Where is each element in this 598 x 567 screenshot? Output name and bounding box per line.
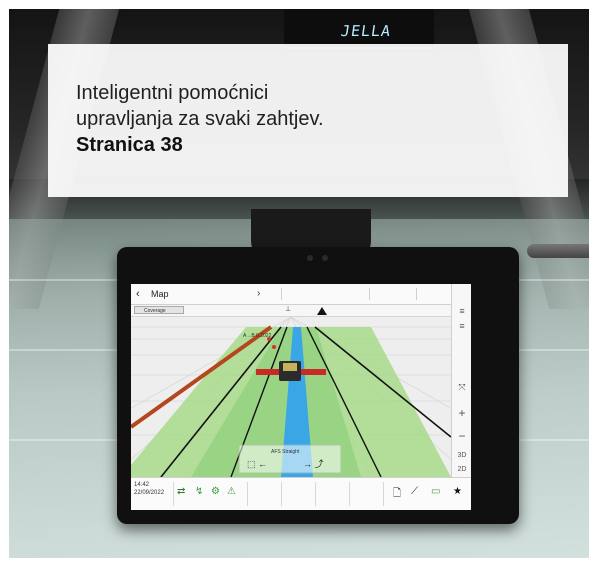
fullscreen-icon[interactable]: ⤧ [454,382,470,393]
shift-right-icon[interactable]: → ⤴ [303,458,324,469]
toolbar-divider [416,288,417,300]
camera-dot [322,255,328,261]
toolbar-divider [315,482,316,506]
caption-line-2: upravljanja za svaki zahtjev. [76,108,324,130]
toolbar-divider [281,288,282,300]
date-value: 22/09/2022 [134,490,165,496]
radio-unit: JELLA [284,9,434,49]
time-value: 14:42 [134,482,150,488]
terminal-screen: ‹ Map › Coverage ⊥ A→B 0.2022 AFS Straig… [131,284,471,510]
shift-left-icon[interactable]: ⬚ ← [247,459,267,469]
position-marker: ⊥ [285,306,292,313]
coverage-toggle[interactable]: Coverage [134,306,184,314]
tractor-cab-icon [283,363,297,371]
menu-icon[interactable]: ≡ [454,306,470,316]
warning-icon[interactable]: ⚠ [227,486,236,497]
settings-icon[interactable]: ⚙ [211,486,220,497]
status-toolbar: 14:42 22/09/2022 ⇄ ↯ ⚙ ⚠ 🗋 ⟋ ▭ ★ [131,477,471,510]
ab-line-label: A→B 0.2022 [243,333,272,339]
layers-icon[interactable]: ≡ [454,321,470,331]
map-subbar: Coverage ⊥ [131,305,451,317]
guidance-panel-label: AFS Straight [271,449,300,455]
guidance-terminal: ‹ Map › Coverage ⊥ A→B 0.2022 AFS Straig… [117,247,519,524]
view-2d-button[interactable]: 2D [454,466,470,473]
camera-dot [307,255,313,261]
toolbar-divider [173,482,174,506]
favorites-icon[interactable]: ★ [453,486,462,497]
swap-icon[interactable]: ⇄ [177,486,185,497]
back-button[interactable]: ‹ [136,288,140,300]
mount-arm [527,244,589,258]
page-reference-link[interactable]: Stranica 38 [76,132,183,158]
map-sidebar: ≡ ≡ ⤧ + − 3D 2D [451,284,471,489]
clock: 14:42 22/09/2022 [134,481,164,497]
map-toolbar: ‹ Map › [131,284,471,305]
toolbar-divider [247,482,248,506]
toolbar-divider [349,482,350,506]
toolbar-divider [281,482,282,506]
map-title: Map [151,289,169,299]
toolbar-divider [369,288,370,300]
map-3d-view: A→B 0.2022 AFS Straight ⬚ ← → ⤴ [131,317,451,477]
toolbar-divider [383,482,384,506]
caption-box: Inteligentni pomoćnici upravljanja za sv… [48,44,568,197]
waypoint-marker [272,345,276,349]
line-tool-icon[interactable]: ⟋ [411,486,418,497]
zoom-in-icon[interactable]: + [454,406,470,420]
stage: JELLA ‹ Map › Coverage ⊥ A→B 0.2022 AFS … [0,0,598,567]
caption-line-1: Inteligentni pomoćnici [76,82,269,104]
heading-triangle-icon [317,307,327,315]
forward-button[interactable]: › [257,288,260,299]
view-3d-button[interactable]: 3D [454,452,470,459]
zoom-out-icon[interactable]: − [454,429,470,443]
document-icon[interactable]: 🗋 [393,486,401,503]
map-viewport[interactable]: A→B 0.2022 AFS Straight ⬚ ← → ⤴ [131,317,451,477]
radio-display: JELLA [339,22,393,40]
auto-steer-icon[interactable]: ↯ [195,486,203,497]
field-icon[interactable]: ▭ [431,486,440,497]
